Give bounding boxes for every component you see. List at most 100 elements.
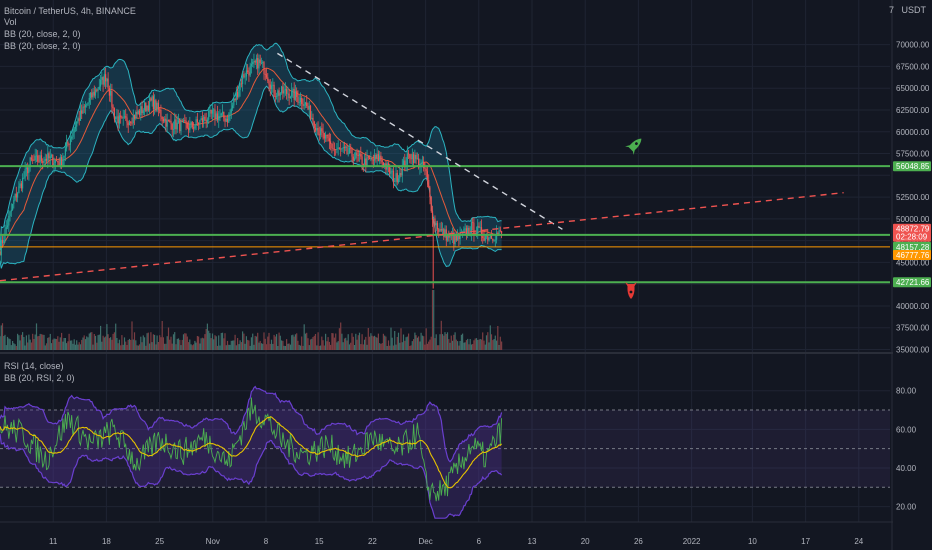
candle-body [332,148,334,149]
candle-body [20,183,22,189]
volume-bar [419,341,421,350]
volume-bar [402,334,405,350]
candle-body [381,160,383,163]
volume-bar [307,338,309,350]
volume-bar [492,340,494,350]
candle-body [71,136,73,139]
candle-body [32,159,34,161]
volume-bar [188,342,190,350]
volume-bar [29,339,31,350]
candle-body [472,222,474,223]
volume-bar [181,339,183,350]
candle-body [469,233,471,234]
volume-bar [191,345,193,350]
candle-body [297,97,299,103]
volume-bar [318,345,320,350]
volume-bar [50,343,53,350]
volume-bar [22,332,24,350]
candle-body [484,236,486,241]
volume-bar [57,336,59,350]
candle-body [137,110,139,115]
volume-bar [459,341,461,350]
currency-unit: USDT [901,5,927,15]
candle-body [132,114,134,124]
candle-body [82,106,84,114]
candle-body [487,235,489,241]
candle-body [218,116,220,121]
volume-bar [97,335,99,350]
volume-bar [331,333,333,350]
candle-body [243,74,245,78]
candle-body [278,90,280,96]
volume-bar [233,340,235,350]
candle-body [69,138,71,145]
volume-bar [249,345,251,350]
volume-bar [375,337,377,350]
candle-body [347,153,349,155]
candle-body [105,74,107,82]
candle-body [195,119,197,126]
volume-bar [126,345,128,350]
volume-bar [286,339,288,350]
volume-bar [14,344,16,350]
volume-bar [242,331,244,350]
candle-body [198,122,200,125]
candle-body [220,113,222,116]
candle-body [61,157,63,166]
volume-bar [182,334,185,350]
volume-bar [211,333,214,350]
volume-bar [198,336,200,350]
volume-bar [71,340,73,350]
volume-bar [38,336,40,350]
volume-bar [47,337,49,350]
candle-body [42,161,44,163]
candle-body [159,109,161,111]
volume-bar [448,339,450,350]
candle-body [0,239,2,256]
volume-bar [42,334,44,350]
time-tick-label: 6 [477,537,482,546]
candle-body [321,128,323,132]
chart-canvas[interactable]: 35000.0037500.0040000.0045000.0047500.00… [0,0,932,550]
volume-bar [426,343,428,350]
candle-body [356,152,358,156]
volume-bar [469,339,471,350]
volume-bar [424,344,426,350]
price-tick-label: 35000.00 [896,346,930,355]
candle-body [265,74,268,78]
volume-bar [477,339,479,350]
candle-body [63,155,65,159]
candle-body [308,105,310,110]
candle-body [149,98,151,111]
candle-body [172,129,175,130]
volume-bar [116,338,118,350]
volume-bar [409,346,411,350]
volume-bar [33,339,35,350]
volume-bar [159,335,161,350]
candle-body [8,216,10,226]
candle-body [425,169,427,172]
volume-bar [434,338,436,350]
volume-bar [292,334,294,350]
volume-bar [499,336,501,350]
volume-bar [320,345,322,350]
candle-body [59,157,61,166]
candle-body [397,178,400,183]
volume-bar [431,290,434,350]
volume-bar [53,338,55,350]
candle-body [424,168,426,169]
volume-bar [228,344,230,350]
volume-bar [244,343,246,350]
volume-bar [112,333,114,350]
candle-body [267,77,269,81]
volume-bar [308,345,310,350]
candle-body [188,127,190,131]
currency-label[interactable]: 7 USDT [889,5,926,15]
candle-body [215,113,217,119]
candle-body [499,230,501,232]
volume-bar [474,338,476,350]
volume-bar [350,342,352,350]
volume-bar [302,345,304,350]
candle-body [53,163,55,166]
candle-body [333,148,335,150]
